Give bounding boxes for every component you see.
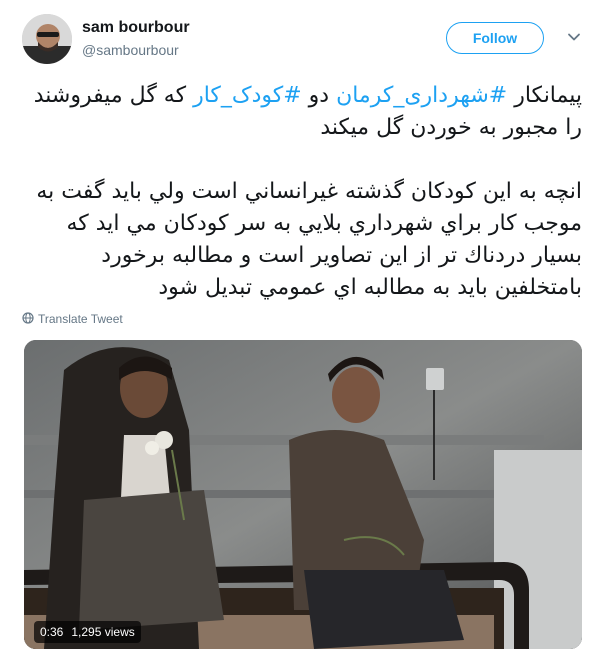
- tweet-text-segment: دو: [301, 83, 337, 108]
- globe-icon: [22, 311, 38, 327]
- tweet-paragraph-1: پیمانکار #شهرداری_کرمان دو #کودک_کار که …: [22, 80, 582, 144]
- tweet-paragraph-2: انچه به اين كودكان گذشته غيرانساني است و…: [36, 179, 582, 300]
- user-display-name[interactable]: sam bourbour: [82, 19, 190, 37]
- avatar[interactable]: [22, 14, 72, 64]
- video-views: 1,295 views: [71, 625, 135, 639]
- video-player[interactable]: 0:36 1,295 views: [24, 340, 582, 649]
- tweet-header: sam bourbour @sambourbour Follow: [22, 14, 592, 70]
- hashtag-link[interactable]: #شهرداری_کرمان: [336, 83, 507, 108]
- chevron-down-icon[interactable]: [565, 28, 583, 46]
- hashtag-link[interactable]: #کودک_کار: [193, 83, 302, 108]
- tweet-text: پیمانکار #شهرداری_کرمان دو #کودک_کار که …: [22, 80, 582, 304]
- user-handle[interactable]: @sambourbour: [82, 42, 179, 58]
- follow-button[interactable]: Follow: [446, 22, 544, 54]
- video-thumbnail: [24, 340, 582, 649]
- translate-label: Translate Tweet: [38, 312, 123, 326]
- tweet-text-segment: پیمانکار: [507, 83, 582, 108]
- translate-tweet-link[interactable]: Translate Tweet: [22, 310, 123, 328]
- video-stats-badge: 0:36 1,295 views: [34, 621, 141, 643]
- video-duration: 0:36: [40, 625, 64, 639]
